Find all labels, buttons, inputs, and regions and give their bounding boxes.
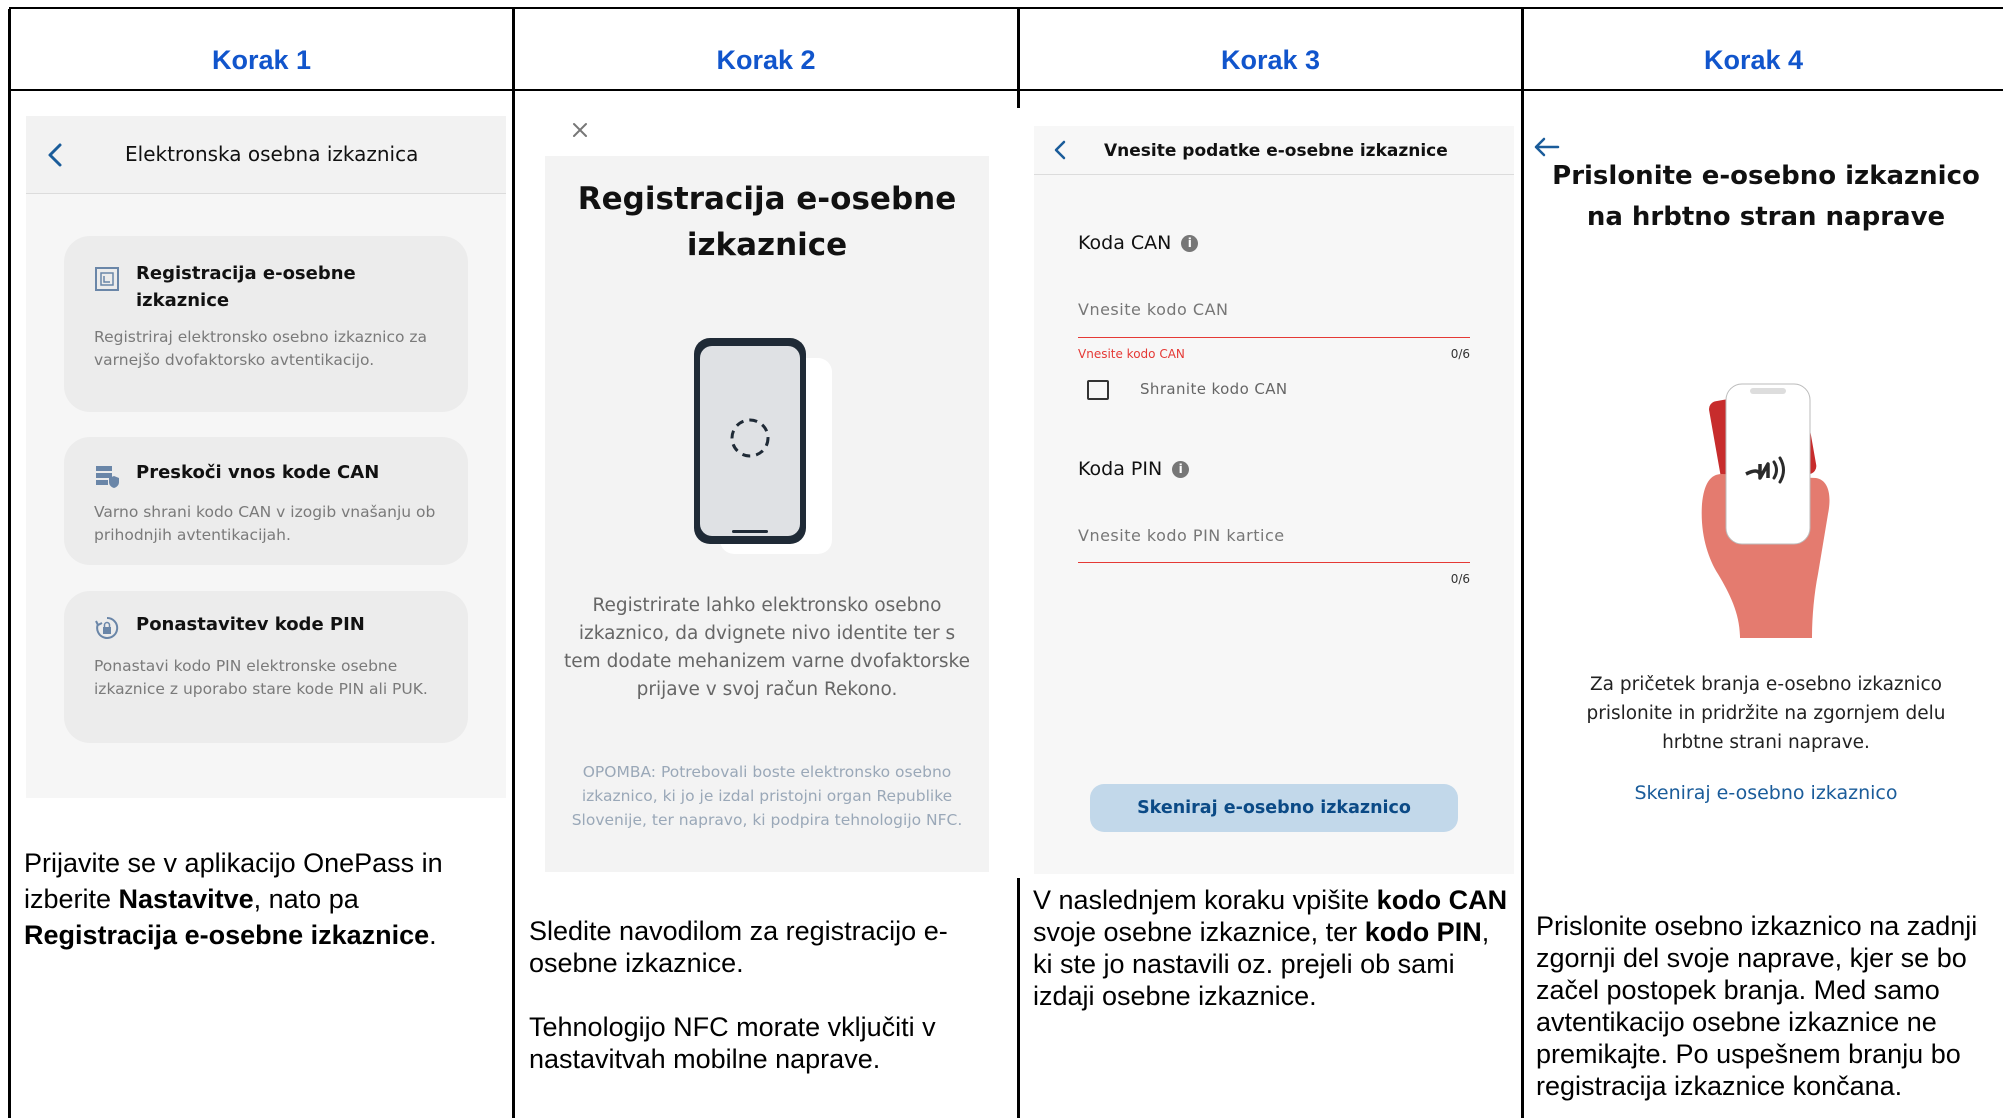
can-label-text: Koda CAN [1078, 232, 1172, 254]
hand-phone-nfc-illustration [1701, 383, 1830, 638]
intro-panel: Registracija e-osebne izkaznice Registri… [545, 156, 989, 872]
pin-label-text: Koda PIN [1078, 458, 1163, 480]
info-icon[interactable]: i [1172, 461, 1190, 478]
lock-reset-icon [95, 616, 119, 639]
screen-title: Registracija e-osebne izkaznice [577, 181, 957, 263]
step-heading: Korak 2 [716, 45, 816, 75]
app-bar: Vnesite podatke e-osebne izkaznice [1034, 126, 1514, 175]
can-input-underline [1078, 337, 1470, 338]
shield-database-icon [96, 466, 119, 488]
step-3-caption: V naslednjem koraku vpišite kodo CAN svo… [1033, 884, 1513, 1012]
pin-input[interactable]: Vnesite kodo PIN kartice [1078, 526, 1285, 545]
step-1-caption: Prijavite se v aplikacijo OnePass in izb… [24, 845, 504, 953]
back-chevron-icon[interactable] [1048, 138, 1072, 162]
table-top-border [9, 7, 2003, 9]
save-can-label: Shranite kodo CAN [1140, 380, 1288, 398]
pin-label: Koda PIN i [1078, 458, 1190, 480]
nfc-scan-screen: Prislonite e-osebno izkaznico na hrbtno … [1530, 128, 2002, 868]
card-skip-can[interactable]: Preskoči vnos kode CAN Varno shrani kodo… [64, 437, 468, 565]
caption-bold: Nastavitve [118, 884, 254, 914]
screen-title: Vnesite podatke e-osebne izkaznice [1104, 141, 1448, 161]
intro-description: Registrirate lahko elektronsko osebno iz… [564, 595, 970, 700]
app-bar: Elektronska osebna izkaznica [26, 116, 506, 194]
caption-bold: kodo PIN [1364, 917, 1482, 947]
can-input[interactable]: Vnesite kodo CAN [1078, 300, 1229, 319]
step-4-caption: Prislonite osebno izkaznico na zadnji zg… [1536, 911, 1978, 1101]
back-arrow-icon[interactable] [1532, 136, 1560, 158]
phone-scan-illustration [694, 338, 832, 554]
card-description: Varno shrani kodo CAN v izogib vnašanju … [94, 503, 436, 544]
card-title: Registracija e-osebne izkaznice [136, 263, 356, 311]
close-icon[interactable] [570, 120, 590, 140]
scan-eid-link[interactable]: Skeniraj e-osebno izkaznico [1530, 782, 2002, 804]
step-heading: Korak 4 [1703, 45, 1804, 75]
step-heading: Korak 1 [211, 45, 312, 75]
caption-text: Tehnologijo NFC morate vključiti v nasta… [529, 1012, 936, 1074]
card-reset-pin[interactable]: Ponastavitev kode PIN Ponastavi kodo PIN… [64, 591, 468, 743]
step-2-caption: Sledite navodilom za registracijo e-oseb… [529, 915, 1009, 1075]
scan-instructions: Za pričetek branja e-osebno izkaznico pr… [1530, 670, 2002, 757]
scan-instructions-text: Za pričetek branja e-osebno izkaznico pr… [1586, 674, 1946, 753]
screen-title: Elektronska osebna izkaznica [125, 142, 419, 166]
caption-text: . [429, 920, 437, 950]
caption-bold: Registracija e-osebne izkaznice [24, 920, 430, 950]
back-chevron-icon[interactable] [40, 140, 70, 170]
registration-intro-screen: Registracija e-osebne izkaznice Registri… [520, 108, 1020, 878]
caption-text: V naslednjem koraku vpišite [1033, 885, 1377, 915]
card-description: Ponastavi kodo PIN elektronske osebne iz… [94, 657, 428, 698]
pin-input-underline [1078, 562, 1470, 563]
card-title: Preskoči vnos kode CAN [136, 462, 380, 483]
pin-counter: 0/6 [1450, 572, 1470, 586]
card-title: Ponastavitev kode PIN [136, 614, 365, 635]
can-counter: 0/6 [1450, 347, 1470, 361]
card-description: Registriraj elektronsko osebno izkaznico… [94, 328, 428, 369]
intro-note: OPOMBA: Potrebovali boste elektronsko os… [571, 763, 963, 829]
can-label: Koda CAN i [1078, 232, 1199, 254]
caption-text: svoje osebne izkaznice, ter [1033, 917, 1365, 947]
save-can-checkbox[interactable] [1087, 380, 1109, 400]
info-icon[interactable]: i [1181, 235, 1199, 252]
caption-text: , nato pa [253, 884, 359, 914]
screen-title: Prislonite e-osebno izkaznico na hrbtno … [1552, 161, 1980, 232]
card-register-eid[interactable]: Registracija e-osebne izkaznice Registri… [64, 236, 468, 412]
step-heading: Korak 3 [1220, 45, 1321, 75]
settings-screen: Elektronska osebna izkaznica Registracij… [26, 116, 506, 798]
caption-bold: kodo CAN [1376, 885, 1508, 915]
scan-eid-button[interactable]: Skeniraj e-osebno izkaznico [1090, 784, 1458, 832]
can-error-text: Vnesite kodo CAN [1078, 347, 1185, 361]
caption-text: Sledite navodilom za registracijo e-oseb… [529, 916, 948, 978]
id-card-icon [95, 267, 119, 291]
eid-data-entry-screen: Vnesite podatke e-osebne izkaznice Koda … [1034, 126, 1514, 874]
